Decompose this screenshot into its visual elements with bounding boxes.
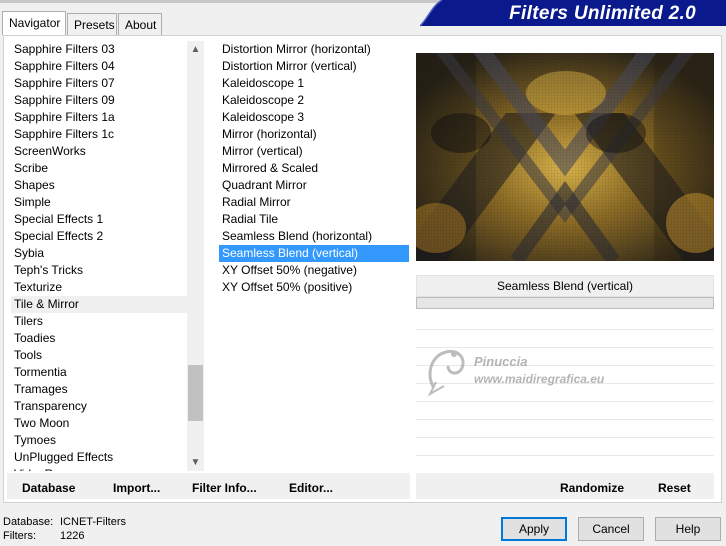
category-list-item[interactable]: Sapphire Filters 1c [11,126,187,143]
category-list-item[interactable]: Sapphire Filters 1a [11,109,187,126]
category-list-item[interactable]: Sapphire Filters 03 [11,41,187,58]
cancel-button[interactable]: Cancel [578,517,644,541]
progress-bar [416,297,714,309]
scroll-thumb[interactable] [188,365,203,421]
category-list-item[interactable]: Transparency [11,398,187,415]
filters-label: Filters: [3,530,36,542]
database-value: ICNET-Filters [60,516,126,528]
window-title: Filters Unlimited 2.0 [509,3,696,24]
database-label: Database: [3,516,54,528]
randomize-button[interactable]: Randomize [560,481,624,495]
filter-list-item[interactable]: Seamless Blend (horizontal) [219,228,409,245]
filter-list-item[interactable]: Kaleidoscope 2 [219,92,409,109]
filter-list-item[interactable]: Radial Mirror [219,194,409,211]
right-button-bar: Randomize Reset [416,473,714,499]
filter-info-button[interactable]: Filter Info... [192,481,257,495]
parameter-row [416,348,714,366]
parameter-row [416,438,714,456]
category-list-item[interactable]: Tilers [11,313,187,330]
category-list-item[interactable]: Tormentia [11,364,187,381]
category-list-item[interactable]: Special Effects 1 [11,211,187,228]
filter-list-item[interactable]: Radial Tile [219,211,409,228]
parameter-area [416,312,714,472]
preview-pattern [416,53,714,261]
category-list-item[interactable]: Tymoes [11,432,187,449]
scroll-down-icon[interactable]: ▼ [187,454,204,471]
tab-about[interactable]: About [118,13,162,35]
apply-button[interactable]: Apply [501,517,567,541]
parameter-row [416,330,714,348]
filter-list-item[interactable]: Seamless Blend (vertical) [219,245,409,262]
scroll-up-icon[interactable]: ▲ [187,41,204,58]
tab-presets[interactable]: Presets [67,13,117,35]
help-button[interactable]: Help [655,517,721,541]
category-list-item[interactable]: VideoRave [11,466,187,471]
category-scrollbar[interactable]: ▲ ▼ [187,41,204,471]
category-list-item[interactable]: UnPlugged Effects [11,449,187,466]
category-list[interactable]: Sapphire Filters 03 Sapphire Filters 04 Sa… [11,41,187,471]
category-list-item[interactable]: Teph's Tricks [11,262,187,279]
parameter-row [416,402,714,420]
filter-list-item[interactable]: Kaleidoscope 3 [219,109,409,126]
category-list-item[interactable]: Tools [11,347,187,364]
category-list-item[interactable]: Special Effects 2 [11,228,187,245]
filter-list-item[interactable]: Distortion Mirror (vertical) [219,58,409,75]
import-button[interactable]: Import... [113,481,160,495]
filter-list-item[interactable]: Distortion Mirror (horizontal) [219,41,409,58]
parameter-row [416,366,714,384]
filters-count: 1226 [60,530,85,542]
current-filter-name: Seamless Blend (vertical) [416,275,714,297]
filter-list-item[interactable]: Mirror (horizontal) [219,126,409,143]
category-list-item[interactable]: ScreenWorks [11,143,187,160]
category-list-item[interactable]: Sapphire Filters 04 [11,58,187,75]
filter-list-item[interactable]: XY Offset 50% (positive) [219,279,409,296]
tab-navigator[interactable]: Navigator [2,11,66,35]
category-list-item[interactable]: Sapphire Filters 07 [11,75,187,92]
category-list-item[interactable]: Tramages [11,381,187,398]
database-button[interactable]: Database [22,481,75,495]
category-list-item[interactable]: Sapphire Filters 09 [11,92,187,109]
filter-list-item[interactable]: Kaleidoscope 1 [219,75,409,92]
category-list-item[interactable]: Tile & Mirror [11,296,187,313]
category-list-item[interactable]: Scribe [11,160,187,177]
parameter-row [416,420,714,438]
left-button-bar: Database Import... Filter Info... Editor… [7,473,410,499]
preview-image [416,53,714,261]
category-list-item[interactable]: Sybia [11,245,187,262]
category-list-item[interactable]: Texturize [11,279,187,296]
editor-button[interactable]: Editor... [289,481,333,495]
category-list-item[interactable]: Toadies [11,330,187,347]
parameter-row [416,384,714,402]
filter-list[interactable]: Distortion Mirror (horizontal) Distortion… [219,41,409,471]
filter-list-item[interactable]: Mirror (vertical) [219,143,409,160]
parameter-row [416,312,714,330]
filter-list-item[interactable]: Quadrant Mirror [219,177,409,194]
reset-button[interactable]: Reset [658,481,691,495]
title-banner: Filters Unlimited 2.0 [420,0,726,28]
filter-list-item[interactable]: XY Offset 50% (negative) [219,262,409,279]
category-list-item[interactable]: Simple [11,194,187,211]
category-list-item[interactable]: Two Moon [11,415,187,432]
filter-list-item[interactable]: Mirrored & Scaled [219,160,409,177]
category-list-item[interactable]: Shapes [11,177,187,194]
